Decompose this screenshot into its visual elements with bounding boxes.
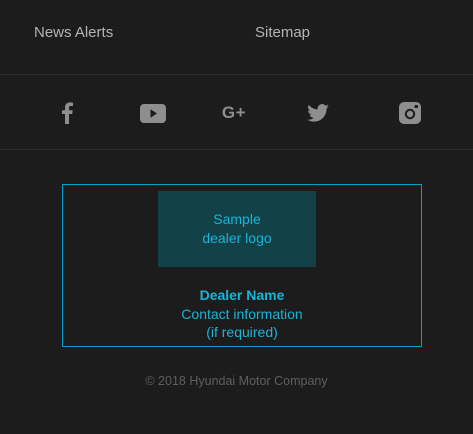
sitemap-link[interactable]: Sitemap — [255, 24, 310, 41]
dealer-contact-line1: Contact information — [181, 306, 303, 322]
dealer-logo-text-line1: Sample — [213, 211, 261, 227]
facebook-icon[interactable] — [52, 98, 82, 128]
youtube-icon[interactable] — [138, 98, 168, 128]
dealer-info-box: Sample dealer logo Dealer Name Contact i… — [62, 184, 422, 347]
instagram-icon[interactable] — [395, 98, 425, 128]
dealer-contact-info: Contact information (if required) — [63, 305, 421, 341]
footer-links-row: News Alerts Sitemap — [0, 0, 473, 75]
social-icons-row: G+ — [0, 75, 473, 150]
dealer-contact-line2: (if required) — [206, 324, 278, 340]
google-plus-icon[interactable]: G+ — [219, 98, 249, 128]
copyright-text: © 2018 Hyundai Motor Company — [145, 374, 328, 388]
news-alerts-link[interactable]: News Alerts — [34, 24, 113, 41]
google-plus-label: G+ — [221, 103, 247, 122]
dealer-logo-text-line2: dealer logo — [202, 230, 272, 246]
footer: News Alerts Sitemap G+ Sample dealer log… — [0, 0, 473, 434]
dealer-logo-placeholder: Sample dealer logo — [158, 191, 316, 267]
twitter-icon[interactable] — [303, 98, 333, 128]
dealer-name: Dealer Name — [199, 287, 285, 303]
